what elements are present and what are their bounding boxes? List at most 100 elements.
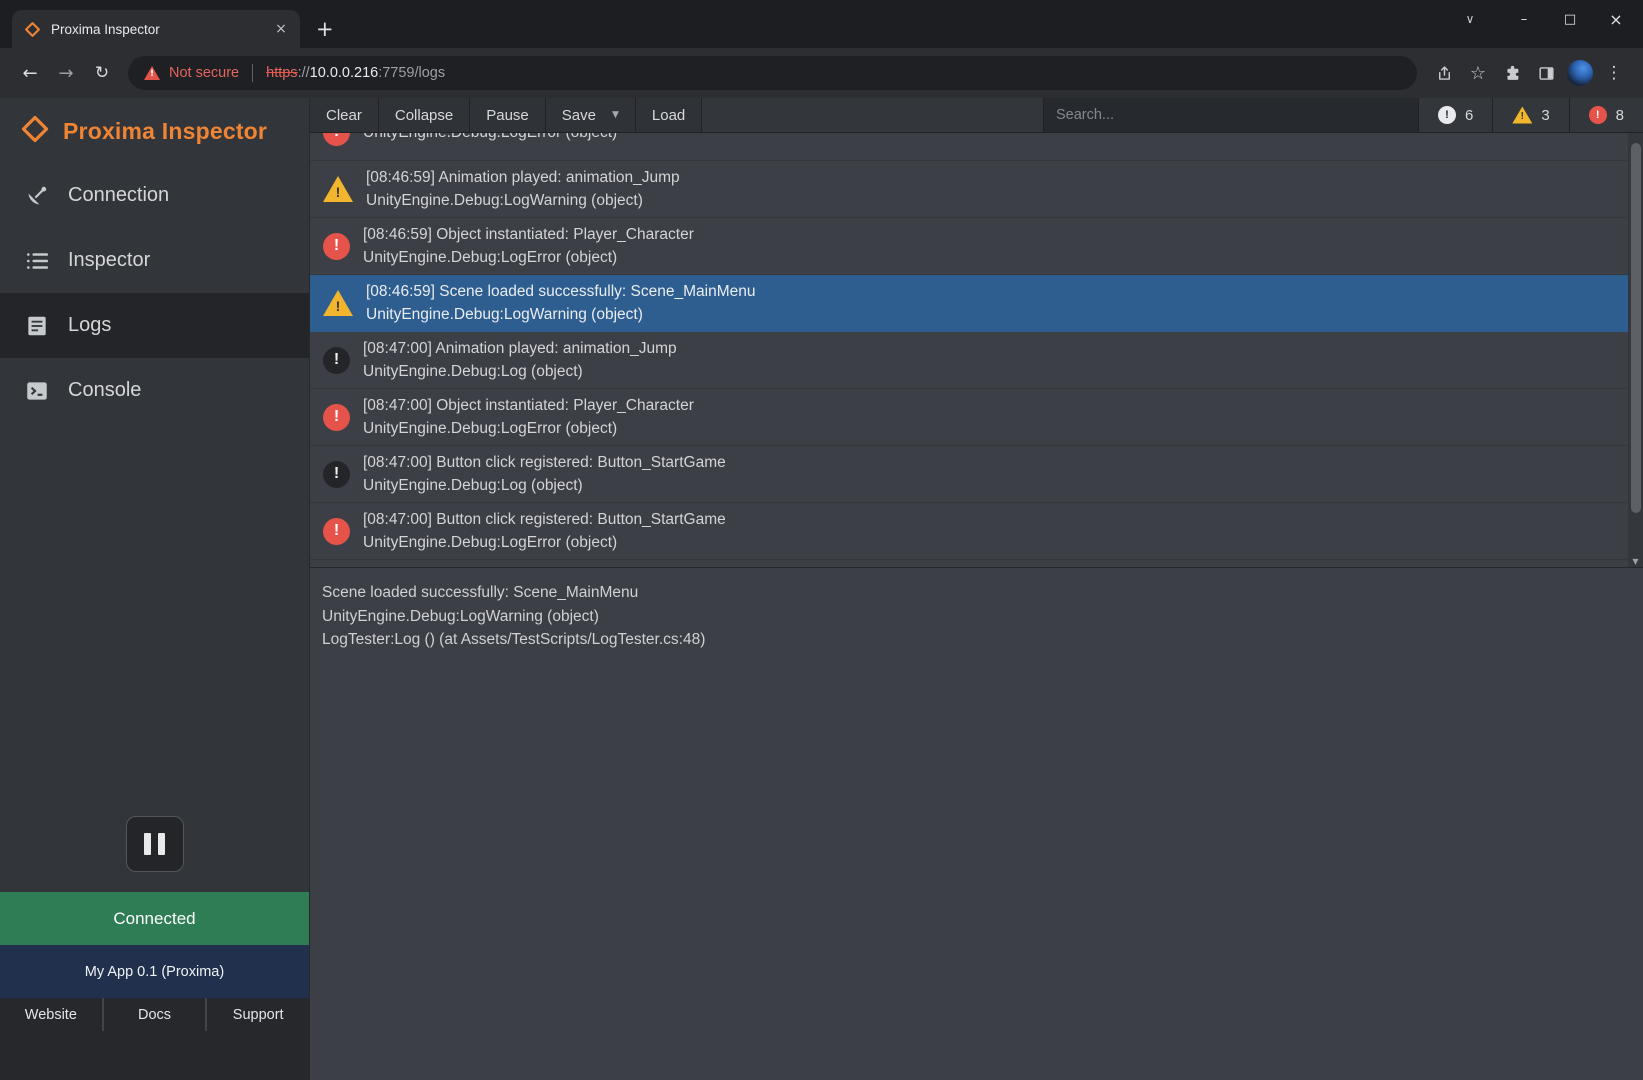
sidebar-nav: Connection Inspector Logs Console <box>0 163 309 423</box>
log-list: !UnityEngine.Debug:LogError (object)![08… <box>310 133 1643 568</box>
log-rows: !UnityEngine.Debug:LogError (object)![08… <box>310 133 1643 560</box>
satellite-dish-icon <box>24 183 50 209</box>
url-text: https://10.0.0.216:7759/logs <box>266 65 445 81</box>
address-input[interactable]: ! Not secure https://10.0.0.216:7759/log… <box>128 56 1417 90</box>
info-icon: ! <box>323 347 350 374</box>
warning-icon: ! <box>1512 107 1532 124</box>
detail-line: Scene loaded successfully: Scene_MainMen… <box>322 581 1627 605</box>
scrollbar-thumb[interactable] <box>1631 143 1641 513</box>
proxima-logo-icon <box>20 114 50 149</box>
footer-link-support[interactable]: Support <box>207 998 309 1031</box>
error-icon: ! <box>323 404 350 431</box>
error-count: 8 <box>1616 107 1624 124</box>
maximize-button[interactable]: □ <box>1547 12 1593 27</box>
error-icon: ! <box>323 233 350 260</box>
bookmark-star-icon[interactable]: ☆ <box>1463 63 1493 84</box>
proxima-favicon-icon <box>24 21 41 38</box>
log-message: [08:46:59] Object instantiated: Player_C… <box>363 223 694 246</box>
pause-icon <box>144 833 151 855</box>
scrollbar[interactable]: ▼ <box>1628 133 1643 567</box>
warning-count-badge[interactable]: ! 3 <box>1492 98 1568 132</box>
browser-tab[interactable]: Proxima Inspector × <box>12 10 300 48</box>
clear-button[interactable]: Clear <box>310 98 379 132</box>
list-icon <box>24 248 50 274</box>
log-row[interactable]: ![08:47:00] Button click registered: But… <box>310 446 1643 503</box>
log-toolbar: Clear Collapse Pause Save ▼ Load ! 6 ! 3 <box>310 98 1643 133</box>
log-detail-panel: Scene loaded successfully: Scene_MainMen… <box>310 568 1643 1080</box>
sidebar-item-logs[interactable]: Logs <box>0 293 309 358</box>
log-row[interactable]: ![08:47:00] Button click registered: But… <box>310 503 1643 560</box>
reload-icon[interactable]: ↻ <box>86 57 118 89</box>
profile-avatar[interactable] <box>1565 60 1595 86</box>
save-button[interactable]: Save ▼ <box>546 98 636 132</box>
minimize-button[interactable]: – <box>1501 12 1547 27</box>
tab-close-icon[interactable]: × <box>272 21 290 37</box>
close-button[interactable]: × <box>1593 10 1639 29</box>
save-dropdown-icon[interactable]: ▼ <box>612 110 619 120</box>
footer-link-docs[interactable]: Docs <box>104 998 208 1031</box>
log-trace: UnityEngine.Debug:LogError (object) <box>363 531 726 554</box>
tab-search-icon[interactable]: ∨ <box>1447 12 1493 26</box>
sidebar-item-label: Connection <box>68 184 169 207</box>
omnibox-divider <box>252 64 253 82</box>
app-title: Proxima Inspector <box>63 118 267 145</box>
sidebar-item-inspector[interactable]: Inspector <box>0 228 309 293</box>
app-name-label: My App 0.1 (Proxima) <box>0 945 309 998</box>
load-button[interactable]: Load <box>636 98 702 132</box>
logs-page: Clear Collapse Pause Save ▼ Load ! 6 ! 3 <box>310 98 1643 1080</box>
search-input[interactable] <box>1043 98 1418 132</box>
log-trace: UnityEngine.Debug:Log (object) <box>363 474 726 497</box>
warning-icon: ! <box>323 290 353 316</box>
terminal-icon <box>24 378 50 404</box>
pause-button[interactable]: Pause <box>470 98 546 132</box>
collapse-button[interactable]: Collapse <box>379 98 470 132</box>
log-row[interactable]: ! [08:46:59] Object instantiated: Player_… <box>310 218 1643 275</box>
info-icon: ! <box>1438 106 1456 124</box>
connection-status-badge: Connected <box>0 892 309 945</box>
log-trace: UnityEngine.Debug:LogWarning (object) <box>366 303 755 326</box>
info-count-badge[interactable]: ! 6 <box>1418 98 1492 132</box>
sidebar-item-label: Logs <box>68 314 111 337</box>
log-row[interactable]: ![08:46:59] Scene loaded successfully: S… <box>310 275 1643 332</box>
log-message: [08:47:00] Animation played: animation_J… <box>363 337 677 360</box>
error-count-badge[interactable]: ! 8 <box>1569 98 1643 132</box>
log-trace: UnityEngine.Debug:LogError (object) <box>363 417 694 440</box>
browser-menu-icon[interactable]: ⋮ <box>1599 63 1629 83</box>
log-trace: UnityEngine.Debug:LogError (object) <box>363 246 694 269</box>
detail-line: UnityEngine.Debug:LogWarning (object) <box>322 605 1627 629</box>
log-message: [08:47:00] Button click registered: Butt… <box>363 508 726 531</box>
sidebar-item-label: Console <box>68 379 141 402</box>
error-icon: ! <box>1589 106 1607 124</box>
tab-title: Proxima Inspector <box>51 22 262 37</box>
sidebar-item-console[interactable]: Console <box>0 358 309 423</box>
new-tab-button[interactable]: + <box>316 19 334 40</box>
log-row[interactable]: ![08:47:00] Object instantiated: Player_… <box>310 389 1643 446</box>
avatar-image <box>1567 60 1593 86</box>
log-message: [08:46:59] Animation played: animation_J… <box>366 166 680 189</box>
not-secure-icon: ! <box>144 66 160 80</box>
extensions-puzzle-icon[interactable] <box>1497 64 1527 83</box>
forward-icon[interactable]: → <box>50 57 82 89</box>
app-logo: Proxima Inspector <box>0 98 309 163</box>
back-icon[interactable]: ← <box>14 57 46 89</box>
log-message: [08:47:00] Button click registered: Butt… <box>363 451 726 474</box>
scroll-down-icon[interactable]: ▼ <box>1628 557 1643 566</box>
footer-link-website[interactable]: Website <box>0 998 104 1031</box>
log-row[interactable]: !UnityEngine.Debug:LogError (object) <box>310 133 1643 161</box>
log-trace: UnityEngine.Debug:LogWarning (object) <box>366 189 680 212</box>
sidebar-item-connection[interactable]: Connection <box>0 163 309 228</box>
log-row[interactable]: ! [08:47:00] Animation played: animation_… <box>310 332 1643 389</box>
browser-address-bar: ← → ↻ ! Not secure https://10.0.0.216:77… <box>0 48 1643 98</box>
info-count: 6 <box>1465 107 1473 124</box>
log-row[interactable]: ! [08:46:59] Animation played: animation_… <box>310 161 1643 218</box>
browser-tab-strip: Proxima Inspector × + ∨ – □ × <box>0 0 1643 48</box>
document-icon <box>24 313 50 339</box>
side-panel-icon[interactable] <box>1531 64 1561 83</box>
warning-icon: ! <box>323 176 353 202</box>
sidebar-item-label: Inspector <box>68 249 150 272</box>
pause-stream-button[interactable] <box>126 816 184 872</box>
security-label[interactable]: Not secure <box>169 65 239 81</box>
error-icon: ! <box>323 133 350 146</box>
share-icon[interactable] <box>1429 64 1459 83</box>
sidebar-footer: WebsiteDocsSupport <box>0 998 309 1080</box>
